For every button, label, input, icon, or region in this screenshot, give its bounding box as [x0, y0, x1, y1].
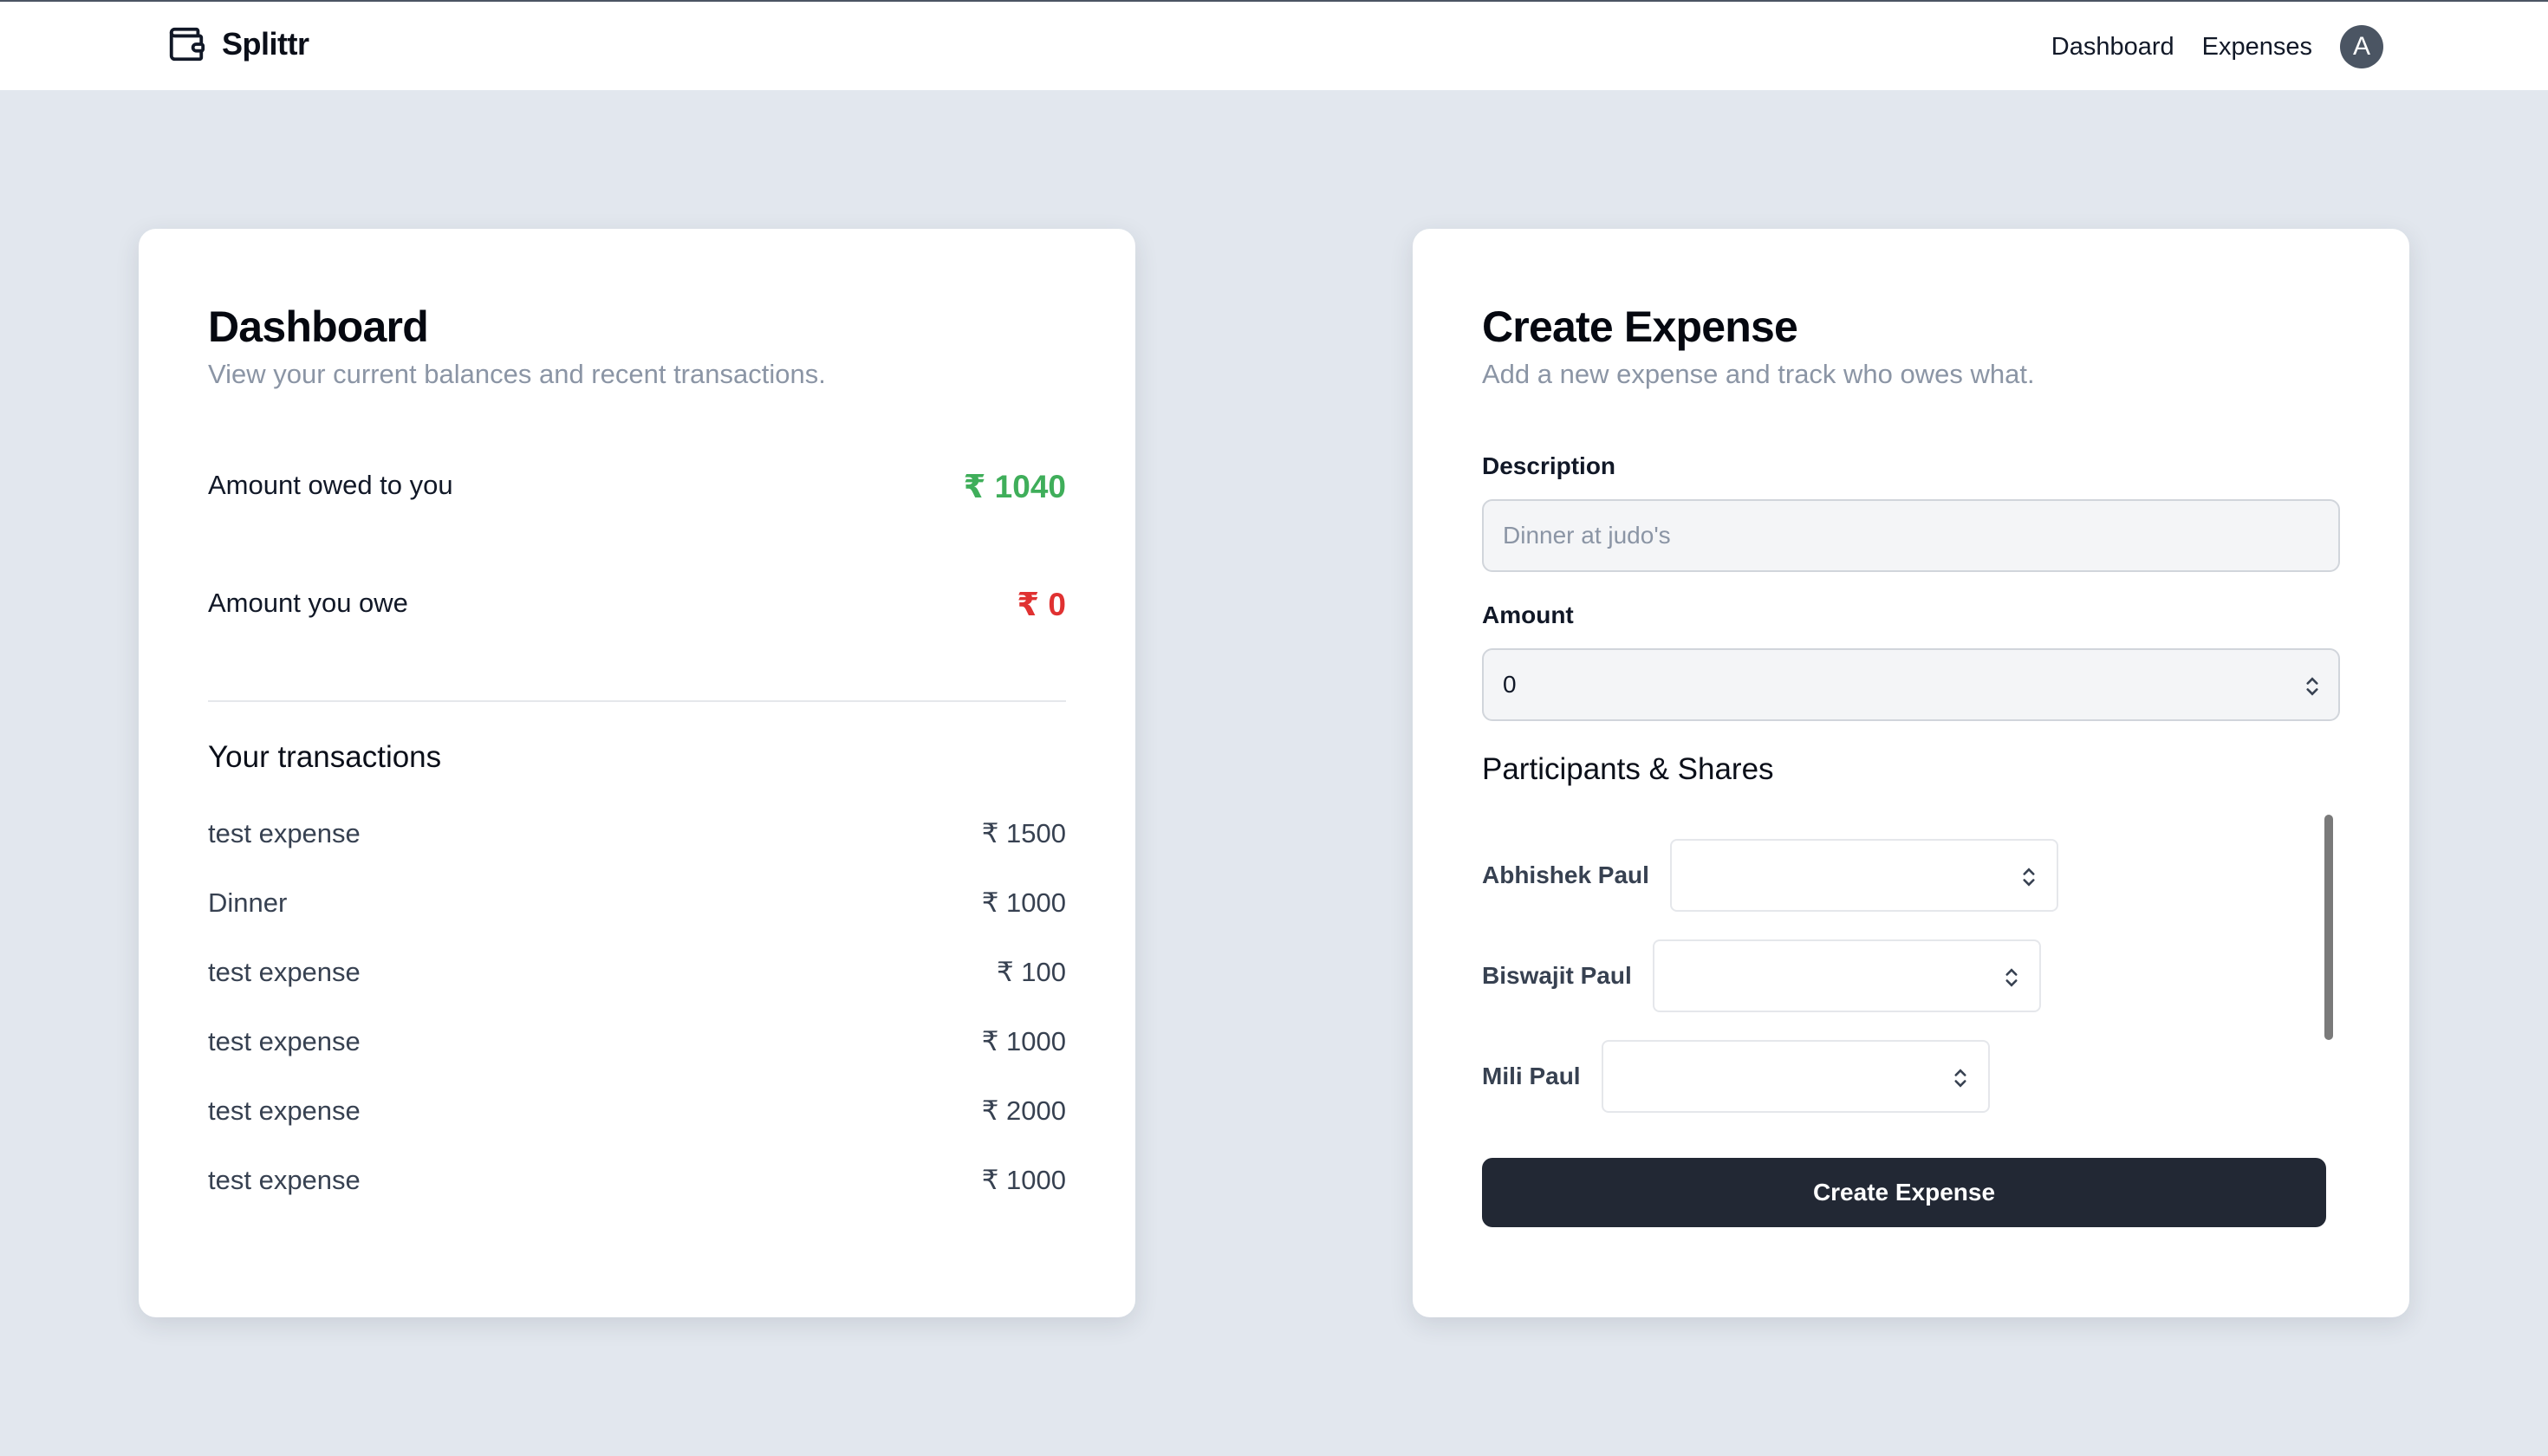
transaction-row: Dinner ₹ 1000: [208, 887, 1066, 919]
participant-row: Biswajit Paul: [1482, 939, 2041, 1012]
transaction-name: test expense: [208, 1095, 361, 1126]
description-input[interactable]: Dinner at judo's: [1482, 499, 2340, 572]
participant-name: Mili Paul: [1482, 1063, 1581, 1089]
participant-name: Abhishek Paul: [1482, 861, 1649, 888]
amount-value: 0: [1503, 671, 1517, 698]
description-placeholder: Dinner at judo's: [1503, 522, 1671, 549]
main-nav: Dashboard Expenses A: [2051, 24, 2383, 69]
transaction-name: test expense: [208, 1165, 361, 1195]
spinner-arrows-icon[interactable]: [1952, 1066, 1969, 1090]
participant-share-input[interactable]: [1652, 939, 2041, 1012]
amount-input[interactable]: 0: [1482, 648, 2340, 721]
transaction-name: test expense: [208, 1026, 361, 1056]
nav-expenses-link[interactable]: Expenses: [2202, 33, 2312, 62]
participant-share-input[interactable]: [1669, 839, 2058, 912]
description-label: Description: [1482, 452, 1616, 479]
transaction-amount: ₹ 1000: [981, 887, 1066, 918]
brand[interactable]: Splittr: [166, 24, 309, 64]
transactions-heading: Your transactions: [208, 740, 442, 774]
participants-scrollbar[interactable]: [2324, 815, 2333, 1040]
spinner-arrows-icon[interactable]: [2304, 674, 2321, 699]
transaction-amount: ₹ 2000: [981, 1095, 1066, 1126]
you-owe-label: Amount you owe: [208, 588, 408, 618]
divider: [208, 700, 1066, 702]
dashboard-title: Dashboard: [208, 302, 429, 351]
transaction-name: test expense: [208, 818, 361, 848]
create-expense-title: Create Expense: [1482, 302, 1798, 351]
dashboard-subtitle: View your current balances and recent tr…: [208, 359, 826, 389]
transaction-amount: ₹ 1000: [981, 1165, 1066, 1195]
avatar[interactable]: A: [2340, 25, 2383, 68]
participant-share-input[interactable]: [1601, 1040, 1990, 1113]
amount-label: Amount: [1482, 601, 1574, 628]
transaction-row: test expense ₹ 1000: [208, 1165, 1066, 1196]
create-expense-button[interactable]: Create Expense: [1482, 1158, 2326, 1227]
dashboard-card: Dashboard View your current balances and…: [139, 229, 1135, 1317]
participant-name: Biswajit Paul: [1482, 962, 1632, 989]
transaction-name: test expense: [208, 957, 361, 987]
transaction-row: test expense ₹ 2000: [208, 1095, 1066, 1127]
transaction-amount: ₹ 1000: [981, 1026, 1066, 1056]
transaction-row: test expense ₹ 1500: [208, 818, 1066, 849]
wallet-icon: [169, 27, 205, 62]
owed-to-you-value: ₹ 1040: [963, 469, 1066, 504]
participant-row: Mili Paul: [1482, 1040, 1990, 1113]
nav-dashboard-link[interactable]: Dashboard: [2051, 33, 2174, 62]
brand-name: Splittr: [222, 26, 309, 62]
participants-heading: Participants & Shares: [1482, 752, 1774, 786]
transaction-name: Dinner: [208, 887, 288, 918]
transaction-amount: ₹ 100: [996, 957, 1066, 987]
transaction-amount: ₹ 1500: [981, 818, 1066, 848]
spinner-arrows-icon[interactable]: [2003, 965, 2020, 990]
create-expense-subtitle: Add a new expense and track who owes wha…: [1482, 359, 2035, 389]
participant-row: Abhishek Paul: [1482, 839, 2058, 912]
create-expense-card: Create Expense Add a new expense and tra…: [1413, 229, 2409, 1317]
you-owe-value: ₹ 0: [1017, 587, 1066, 622]
transaction-row: test expense ₹ 1000: [208, 1026, 1066, 1057]
spinner-arrows-icon[interactable]: [2020, 865, 2038, 889]
owed-to-you-label: Amount owed to you: [208, 470, 453, 500]
top-navbar: Splittr Dashboard Expenses A: [0, 0, 2548, 90]
transaction-row: test expense ₹ 100: [208, 957, 1066, 988]
